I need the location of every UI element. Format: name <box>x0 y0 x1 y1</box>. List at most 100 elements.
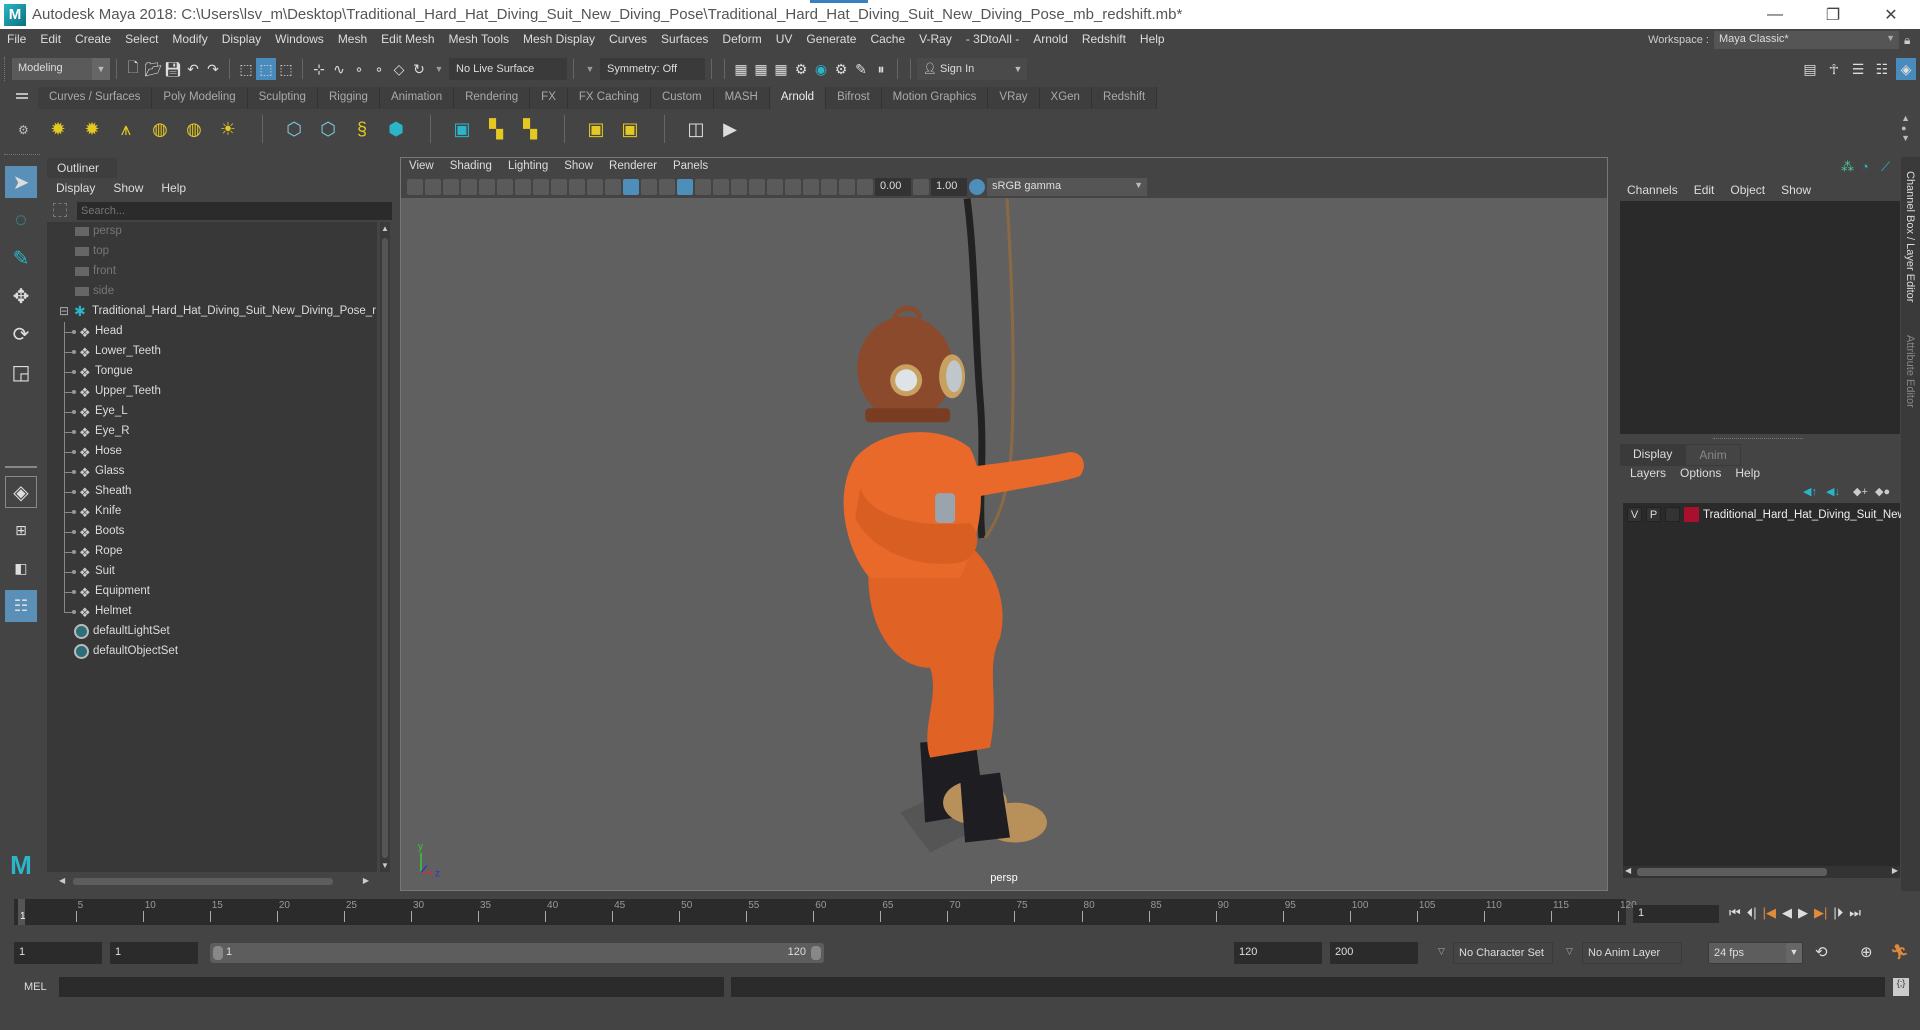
scroll-right-icon[interactable]: ▶ <box>363 876 369 885</box>
select-object-icon[interactable]: ⬚ <box>256 58 276 80</box>
go-to-end-icon[interactable]: ⏭ <box>1849 905 1861 921</box>
select-tool-icon[interactable]: ➤ <box>5 166 37 198</box>
script-language-label[interactable]: MEL <box>24 981 47 993</box>
animation-preferences-icon[interactable]: 🏃︎ <box>1890 943 1909 961</box>
outliner-mesh-item[interactable]: ❖ Eye_L <box>47 402 377 422</box>
mesh-light-icon[interactable]: ✹ <box>80 117 104 141</box>
rotate-tool-icon[interactable]: ⟳ <box>5 318 37 350</box>
render-settings-icon[interactable]: ⚙ <box>791 58 811 80</box>
shelf-tab[interactable]: Poly Modeling <box>152 87 248 109</box>
snap-point-icon[interactable]: ∘ <box>349 58 369 80</box>
command-input[interactable] <box>59 977 724 997</box>
chevron-down-icon[interactable]: ▼ <box>429 58 449 80</box>
playback-end-field[interactable]: 120 <box>1234 942 1322 964</box>
anim-layer-dropdown[interactable]: No Anim Layer <box>1582 942 1682 964</box>
shelf-tab[interactable]: FX <box>530 87 568 109</box>
scroll-down-icon[interactable]: ▼ <box>381 861 389 870</box>
channel-box-toggle-icon[interactable]: ⁂ <box>1841 159 1854 175</box>
menu-item[interactable]: Redshift <box>1075 32 1133 46</box>
use-all-lights-icon[interactable] <box>677 179 693 195</box>
drag-handle[interactable] <box>4 154 40 156</box>
outliner-mesh-item[interactable]: ❖ Rope <box>47 542 377 562</box>
menu-item[interactable]: Edit <box>33 32 68 46</box>
resolution-gate-icon[interactable] <box>515 179 531 195</box>
new-layer-selected-icon[interactable]: ◆● <box>1875 485 1890 498</box>
shelf-tab[interactable]: FX Caching <box>567 87 651 109</box>
play-render-icon[interactable]: ▶ <box>718 117 742 141</box>
snap-curve-icon[interactable]: ∿ <box>329 58 349 80</box>
channel-box-menu-item[interactable]: Channels <box>1619 181 1686 199</box>
scroll-left-icon[interactable]: ◀ <box>1625 866 1631 875</box>
viewport-menu-item[interactable]: Renderer <box>601 158 665 176</box>
range-slider[interactable]: 1 120 <box>210 943 824 963</box>
outliner-mesh-item[interactable]: ❖ Eye_R <box>47 422 377 442</box>
sign-in-dropdown[interactable]: 👤︎ Sign In ▼ <box>917 58 1027 80</box>
current-frame-field[interactable]: 1 <box>1633 905 1719 923</box>
menu-item[interactable]: Help <box>1133 32 1172 46</box>
camera-attributes-icon[interactable] <box>425 179 441 195</box>
menu-item[interactable]: Curves <box>602 32 654 46</box>
smooth-shade-icon[interactable] <box>623 179 639 195</box>
close-button[interactable]: ✕ <box>1862 0 1920 29</box>
layer-menu-item[interactable]: Layers <box>1623 464 1673 482</box>
outliner-set-item[interactable]: defaultLightSet <box>47 622 377 642</box>
outliner-camera-item[interactable]: front <box>47 262 377 282</box>
viewport-panel[interactable]: View Shading Lighting Show Renderer Panels 0.… <box>400 157 1608 891</box>
gamma-icon[interactable] <box>913 179 929 195</box>
channel-box-side-tab[interactable]: Channel Box / Layer Editor <box>1904 171 1916 302</box>
step-forward-key-icon[interactable]: ▶| <box>1814 905 1827 921</box>
hypershade-icon[interactable]: ◉ <box>811 58 831 80</box>
shelf-menu-icon[interactable] <box>16 93 28 95</box>
undo-icon[interactable]: ↶ <box>183 58 203 80</box>
menu-item[interactable]: Mesh Tools <box>442 32 516 46</box>
render-frame-icon[interactable]: ▦ <box>731 58 751 80</box>
render-sequence-icon[interactable]: ▦ <box>751 58 771 80</box>
scroll-up-icon[interactable]: ▲ <box>381 224 389 233</box>
tool-settings-icon[interactable]: ☷ <box>1872 58 1892 80</box>
collapse-toggle-icon[interactable]: ⊟ <box>59 304 69 318</box>
gamma-field[interactable]: 1.00 <box>931 178 967 196</box>
minimize-button[interactable]: — <box>1746 0 1804 29</box>
filter-icon[interactable] <box>53 203 67 217</box>
shelf-tab[interactable]: Custom <box>650 87 714 109</box>
outliner-set-item[interactable]: defaultObjectSet <box>47 642 377 662</box>
viewport-menu-item[interactable]: View <box>401 158 442 176</box>
outliner-vertical-scrollbar[interactable]: ▲ ▼ <box>380 222 390 872</box>
menu-item[interactable]: Create <box>68 32 118 46</box>
restore-button[interactable]: ❐ <box>1804 0 1862 29</box>
auto-key-icon[interactable]: ⊕ <box>1860 943 1873 961</box>
field-chart-icon[interactable] <box>551 179 567 195</box>
render-view-arnold-icon[interactable]: ▣ <box>450 117 474 141</box>
channel-box-icon[interactable]: ◈ <box>1896 58 1916 80</box>
exposure-field[interactable]: 0.00 <box>875 178 911 196</box>
safe-title-icon[interactable] <box>587 179 603 195</box>
outliner-search-input[interactable] <box>77 202 392 220</box>
menu-item[interactable]: Mesh <box>331 32 374 46</box>
wireframe-icon[interactable] <box>605 179 621 195</box>
create-stand-in-icon[interactable]: ⬡ <box>282 117 306 141</box>
area-light-icon[interactable]: ✹ <box>46 117 70 141</box>
xray-icon[interactable] <box>803 179 819 195</box>
shelf-tab[interactable]: Sculpting <box>247 87 318 109</box>
txmanager-icon[interactable]: ▚ <box>484 117 508 141</box>
shelf-scroll-icon[interactable]: ▲ ● ▼ <box>1901 113 1910 143</box>
outliner-mesh-item[interactable]: ❖ Suit <box>47 562 377 582</box>
scrollbar-thumb[interactable] <box>382 238 388 858</box>
attribute-editor-icon[interactable]: ☰ <box>1848 58 1868 80</box>
workspace-dropdown[interactable]: Maya Classic* <box>1714 31 1899 49</box>
screen-space-ao-icon[interactable] <box>713 179 729 195</box>
export-stand-in-icon[interactable]: ⬡ <box>316 117 340 141</box>
step-back-frame-icon[interactable]: ⏴| <box>1747 905 1757 921</box>
outliner-menu-item[interactable]: Show <box>104 178 152 198</box>
paint-select-tool-icon[interactable]: ✎ <box>5 242 37 274</box>
range-start-handle[interactable] <box>213 946 223 960</box>
channel-box-menu-item[interactable]: Edit <box>1686 181 1723 199</box>
outliner-camera-item[interactable]: side <box>47 282 377 302</box>
new-scene-icon[interactable]: 🗋 <box>123 58 143 80</box>
outliner-group-item[interactable]: ⊟ ✱ Traditional_Hard_Hat_Diving_Suit_New_D… <box>47 302 377 322</box>
motion-blur-icon[interactable] <box>731 179 747 195</box>
time-ruler[interactable]: 1 5 10 15 20 25 30 35 40 45 50 55 60 65 70 75 80 85 90 95 1… <box>14 899 1637 925</box>
shadow-matte-icon[interactable]: ▣ <box>584 117 608 141</box>
shelf-tab[interactable]: Motion Graphics <box>881 87 989 109</box>
shelf-tab[interactable]: VRay <box>988 87 1040 109</box>
